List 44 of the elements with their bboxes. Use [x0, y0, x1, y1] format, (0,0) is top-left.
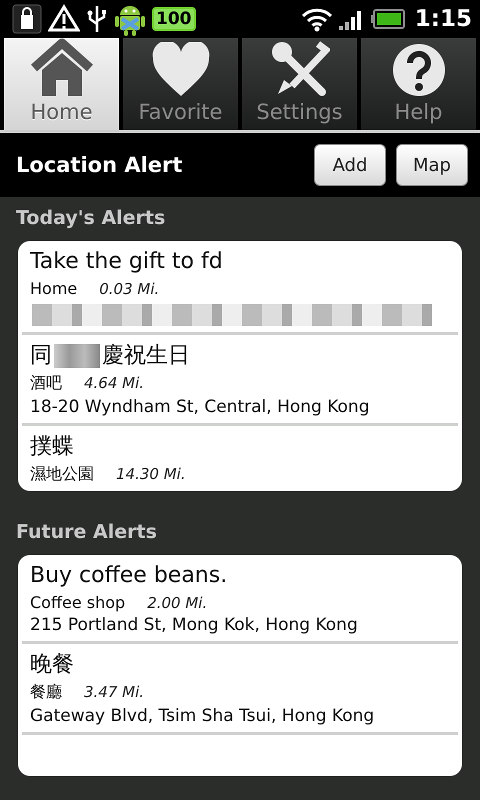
header-button[interactable]: Add [314, 144, 386, 186]
battery-level-badge: 100 [152, 7, 196, 31]
section-title: Today's Alerts [15, 206, 166, 231]
address: Gateway Blvd, Tsim Sha Tsui, Hong Kong [30, 706, 376, 726]
alert-item[interactable]: 晚餐 餐廳 3.47 Mi. Gateway Blvd, Tsim Sha Tsui, Hong Kong [22, 644, 458, 735]
alert-title: 撲蝶 [30, 433, 74, 461]
heart-icon [150, 42, 210, 98]
alert-title: 慶祝生日 [102, 342, 190, 370]
place-name: 酒吧 [30, 373, 62, 394]
place-name: Coffee shop [30, 593, 126, 612]
section-title: Future Alerts [15, 520, 158, 545]
alert-title: 晚餐 [30, 651, 74, 679]
alert-item[interactable]: 同 慶祝生日 酒吧 4.64 Mi. 18-20 Wyndham St, Central, Hong Kong [22, 335, 458, 426]
tab[interactable]: Home [4, 38, 119, 130]
address: 215 Portland St, Mong Kok, Hong Kong [30, 615, 359, 635]
tab[interactable]: Help [361, 38, 476, 130]
distance: 14.30 Mi. [116, 465, 186, 483]
alert-item[interactable]: Take the gift to fd Home 0.03 Mi. [22, 241, 458, 335]
distance: 2.00 Mi. [147, 594, 208, 612]
redacted-block [54, 344, 100, 368]
tab[interactable]: Settings [242, 38, 357, 130]
battery-icon [370, 9, 405, 29]
wifi-icon [300, 6, 333, 32]
place-name: 濕地公園 [30, 464, 94, 485]
header-button[interactable]: Map [396, 144, 468, 186]
tab[interactable]: Favorite [123, 38, 238, 130]
house-icon [30, 38, 94, 98]
distance: 3.47 Mi. [84, 683, 144, 701]
usb-icon [86, 4, 108, 34]
place-name: 餐廳 [30, 682, 62, 703]
distance: 0.03 Mi. [99, 280, 160, 298]
alert-item[interactable]: Buy coffee beans. Coffee shop 2.00 Mi. 215 Portland St, Mong Kok, Hong Kong [22, 555, 458, 644]
help-icon [390, 42, 446, 98]
screen-title: Location Alert [16, 153, 184, 177]
clock-time: 1:15 [414, 6, 472, 32]
place-name: Home [30, 279, 78, 298]
alert-title: 同 [30, 342, 52, 370]
alert-item[interactable]: 撲蝶 濕地公園 14.30 Mi. [22, 426, 458, 491]
address: 18-20 Wyndham St, Central, Hong Kong [30, 397, 370, 417]
alert-title: Buy coffee beans. [30, 562, 228, 590]
warning-icon [48, 4, 80, 34]
alert-title: Take the gift to fd [30, 248, 223, 276]
wrench-screwdriver-icon [270, 40, 330, 98]
distance: 4.64 Mi. [84, 374, 144, 392]
